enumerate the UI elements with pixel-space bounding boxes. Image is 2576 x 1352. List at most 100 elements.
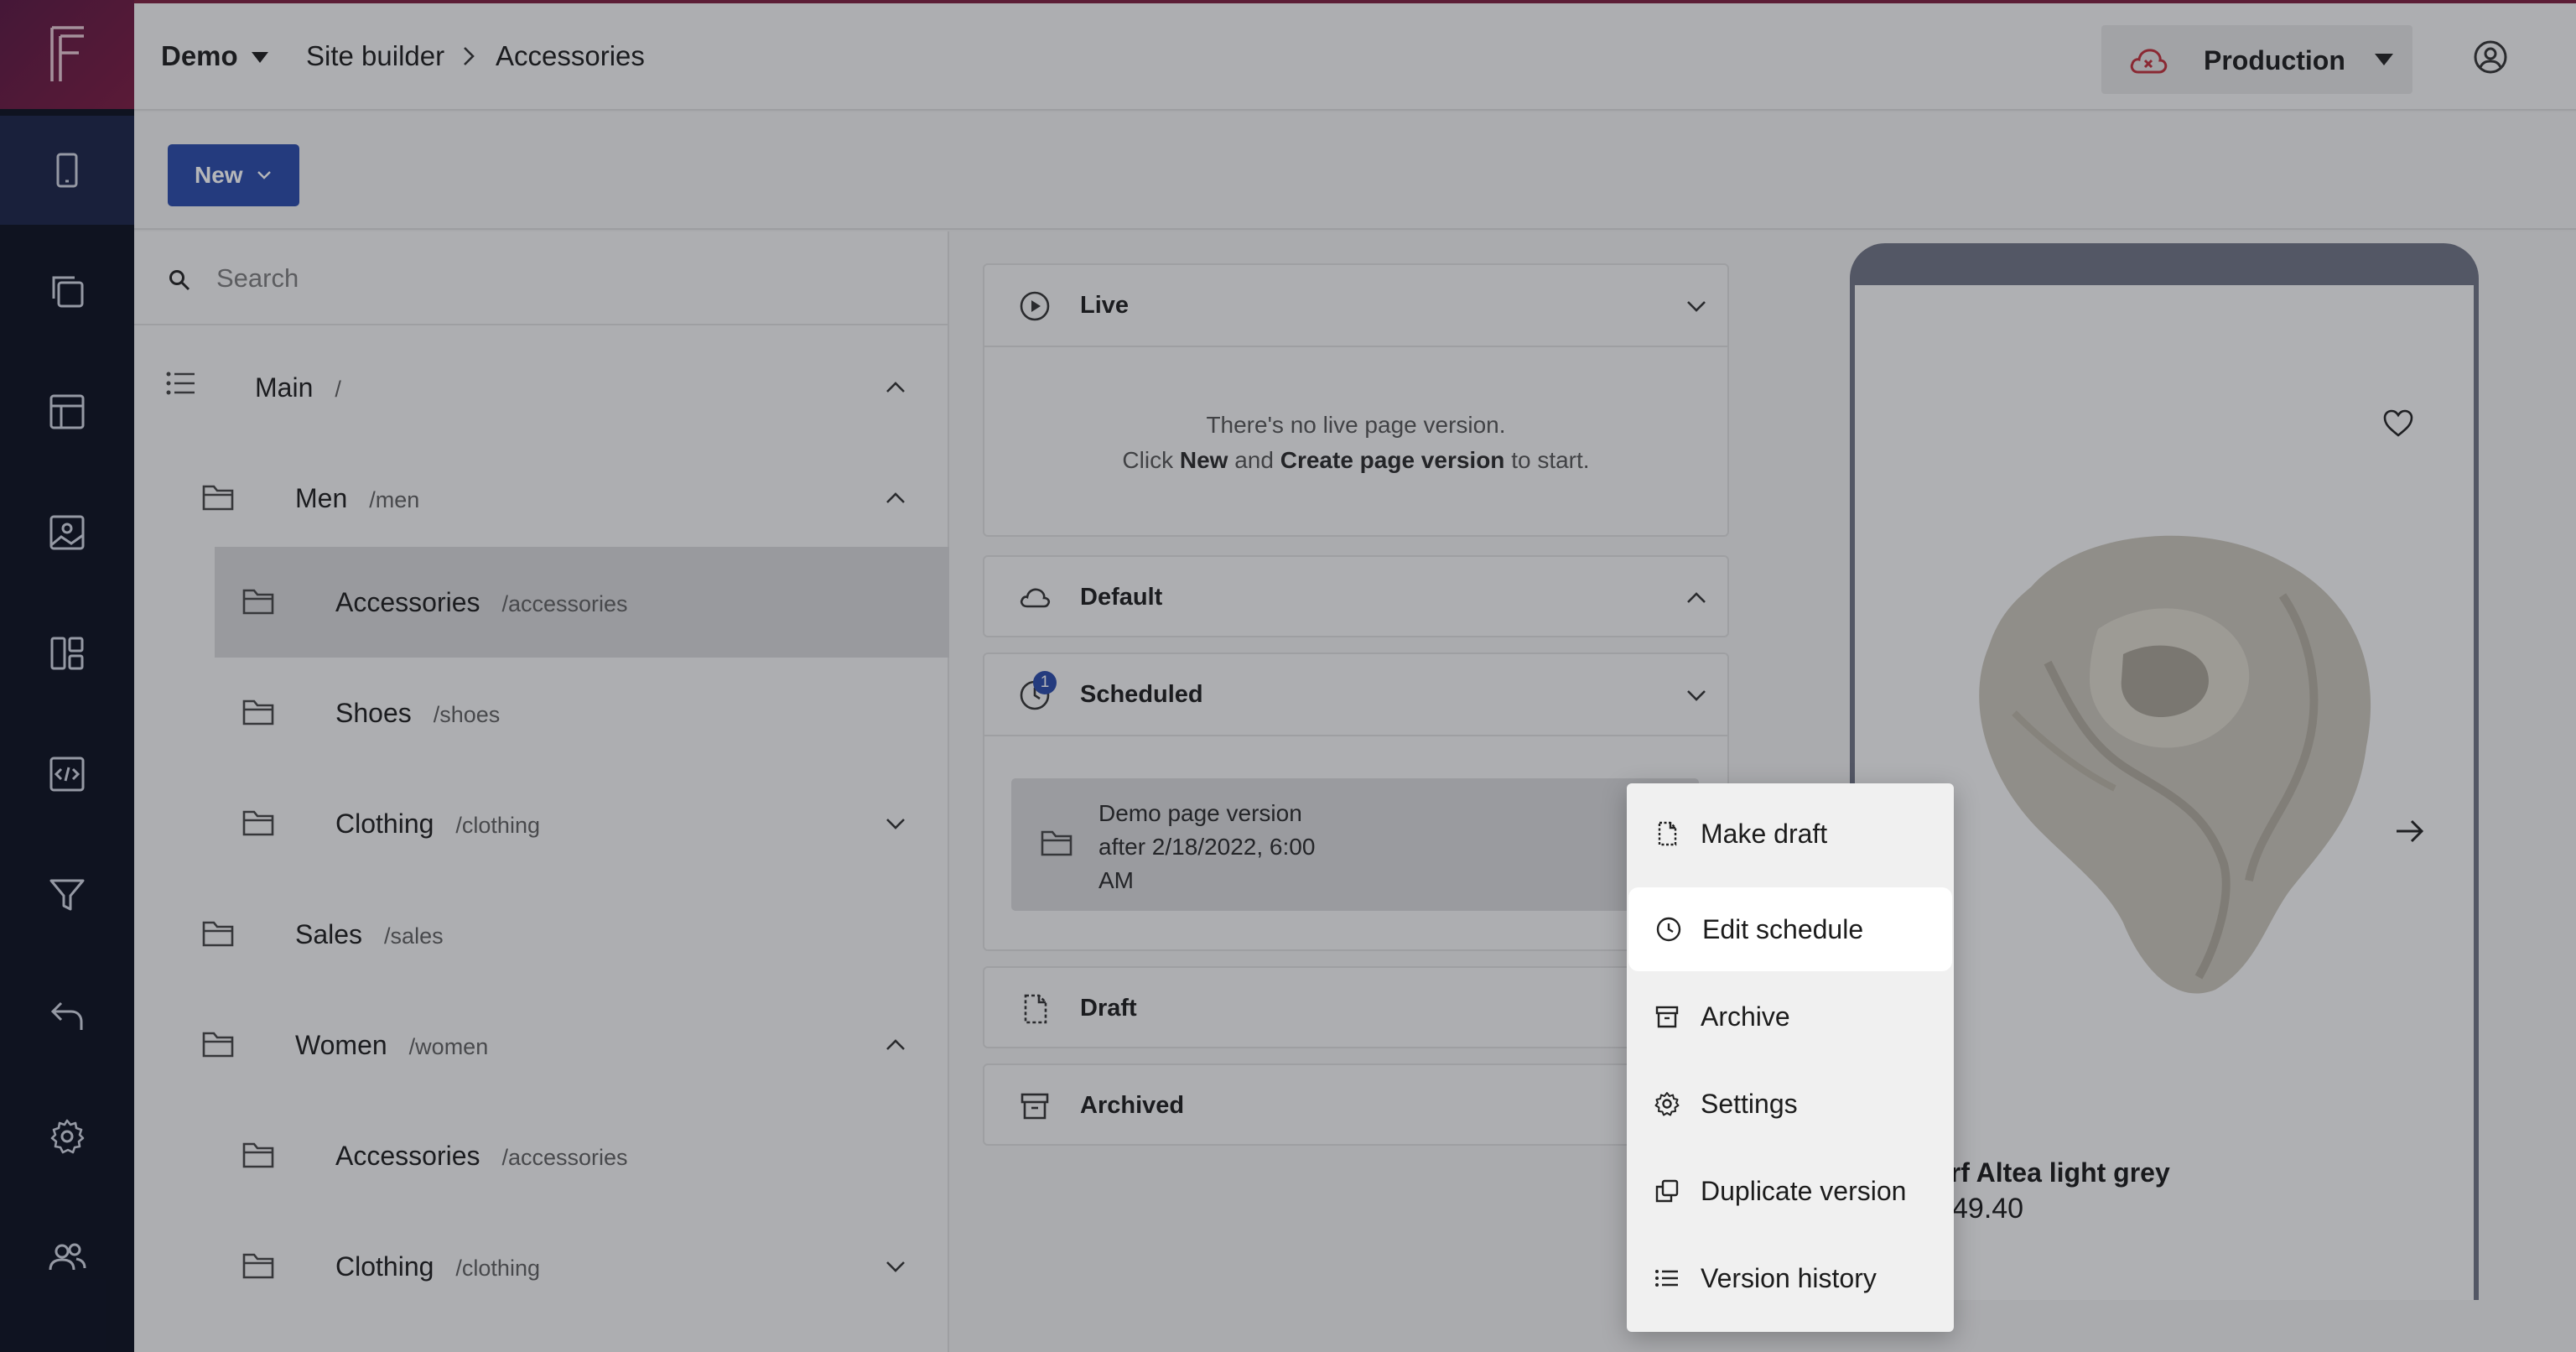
tree-item-label: Accessories	[335, 1141, 480, 1171]
environment-selector[interactable]: Production	[2101, 25, 2412, 94]
tree-item-path: /clothing	[455, 1256, 540, 1281]
list-icon	[1655, 1270, 1678, 1287]
menu-item-label: Version history	[1701, 1263, 1877, 1293]
new-button-label: New	[195, 162, 243, 188]
rail-content[interactable]	[0, 237, 134, 346]
live-section-header[interactable]: Live	[984, 265, 1727, 346]
menu-item-settings[interactable]: Settings	[1627, 1062, 1954, 1146]
version-schedule-cont: AM	[1098, 867, 1134, 893]
empty-line-2: Click New and Create page version to sta…	[984, 443, 1727, 478]
list-icon	[166, 372, 195, 395]
menu-item-make-draft[interactable]: Make draft	[1627, 792, 1954, 876]
tree-item-label: Clothing	[335, 1251, 434, 1282]
tree-item-path: /accessories	[501, 1145, 628, 1170]
rail-filters[interactable]	[0, 840, 134, 949]
draft-icon	[1658, 821, 1677, 846]
menu-item-label: Make draft	[1701, 819, 1828, 849]
dashboard-icon	[50, 637, 84, 670]
project-selector[interactable]: Demo	[161, 40, 238, 72]
cloud-error-icon	[2130, 49, 2168, 74]
chevron-down-icon[interactable]	[884, 1258, 907, 1275]
rail-layout[interactable]	[0, 357, 134, 466]
chevron-down-icon[interactable]	[884, 815, 907, 832]
tree-item-women-accessories[interactable]: Accessories/accessories	[134, 1100, 949, 1211]
user-account-icon[interactable]	[2472, 39, 2509, 75]
archive-icon	[1021, 1093, 1049, 1120]
tree-item-men-clothing[interactable]: Clothing/clothing	[134, 768, 949, 879]
rail-components[interactable]	[0, 599, 134, 708]
search-input[interactable]	[216, 255, 904, 302]
product-price: 49.40	[1952, 1193, 2024, 1225]
menu-item-label: Archive	[1701, 1001, 1790, 1032]
tree-item-main[interactable]: Main /	[134, 332, 949, 443]
menu-item-duplicate-version[interactable]: Duplicate version	[1627, 1149, 1954, 1233]
gear-icon	[50, 1119, 85, 1154]
rail-users[interactable]	[0, 1203, 134, 1312]
menu-item-edit-schedule[interactable]: Edit schedule	[1628, 887, 1952, 971]
search-bar	[134, 231, 949, 325]
default-section-header[interactable]: Default	[984, 557, 1727, 637]
draft-title: Draft	[1080, 995, 1137, 1022]
heart-icon[interactable]	[2381, 408, 2415, 438]
menu-item-label: Duplicate version	[1701, 1176, 1907, 1206]
scheduled-section-header[interactable]: 1 Scheduled	[984, 654, 1727, 735]
empty-line-1: There's no live page version.	[1206, 412, 1506, 438]
rail-settings[interactable]	[0, 1082, 134, 1191]
rail-redirects[interactable]	[0, 961, 134, 1070]
chevron-down-icon[interactable]	[1685, 688, 1707, 703]
mobile-icon	[56, 153, 78, 188]
draft-section-header[interactable]: Draft	[984, 968, 1727, 1048]
undo-icon	[50, 1001, 83, 1030]
search-icon	[169, 270, 190, 291]
tree-item-path: /accessories	[501, 591, 628, 616]
tree-item-men-shoes[interactable]: Shoes/shoes	[134, 658, 949, 768]
product-name: arf Altea light grey	[1935, 1157, 2170, 1188]
tree-item-sales[interactable]: Sales/sales	[134, 879, 949, 990]
live-section: Live There's no live page version. Click…	[983, 263, 1729, 537]
archived-section-header[interactable]: Archived	[984, 1065, 1727, 1146]
tree-item-path: /clothing	[455, 813, 540, 838]
empty-text-bold: New	[1179, 447, 1228, 473]
site-tree-panel: Main / Men/men Accessories/accessories Sh…	[134, 231, 949, 1352]
tree-item-men-accessories[interactable]: Accessories/accessories	[215, 547, 949, 658]
chevron-up-icon[interactable]	[884, 1037, 907, 1053]
copy-stack-icon	[52, 276, 84, 308]
code-icon	[49, 757, 85, 792]
app-logo[interactable]	[0, 0, 134, 109]
rail-assets[interactable]	[0, 478, 134, 587]
version-schedule: after 2/18/2022, 6:00	[1098, 834, 1316, 860]
chevron-up-icon[interactable]	[884, 379, 907, 396]
tree-item-label: Shoes	[335, 698, 412, 728]
chevron-up-icon[interactable]	[884, 490, 907, 507]
chevron-down-icon	[257, 171, 271, 179]
tree-item-men[interactable]: Men/men	[134, 443, 949, 554]
nav-rail	[0, 0, 134, 1352]
environment-label: Production	[2204, 45, 2345, 75]
tree-item-path: /shoes	[433, 702, 501, 727]
arrow-right-icon[interactable]	[2393, 817, 2427, 845]
menu-item-version-history[interactable]: Version history	[1627, 1236, 1954, 1320]
caret-down-icon[interactable]	[252, 52, 268, 63]
archive-icon	[1655, 1006, 1679, 1028]
chevron-up-icon[interactable]	[1685, 590, 1707, 606]
new-button[interactable]: New	[168, 144, 299, 206]
tree-item-label: Clothing	[335, 809, 434, 839]
folder-icon	[242, 589, 274, 615]
rail-pages[interactable]	[0, 116, 134, 225]
top-bar: Demo Site builder Accessories Production	[134, 0, 2576, 111]
tree-item-path: /sales	[384, 923, 444, 949]
breadcrumb-site-builder[interactable]: Site builder	[306, 40, 444, 72]
tree-item-path: /	[335, 377, 341, 402]
chevron-down-icon[interactable]	[1685, 299, 1707, 314]
clock-icon	[1656, 917, 1681, 942]
archived-section: Archived	[983, 1063, 1729, 1146]
tree-item-label: Women	[295, 1030, 387, 1060]
scheduled-version-item[interactable]: Demo page version after 2/18/2022, 6:00 …	[1011, 778, 1699, 911]
menu-item-archive[interactable]: Archive	[1627, 975, 1954, 1058]
rail-code[interactable]	[0, 720, 134, 829]
tree-item-women-clothing[interactable]: Clothing/clothing	[134, 1211, 949, 1322]
tree-item-label: Sales	[295, 919, 363, 949]
scheduled-title: Scheduled	[1080, 681, 1203, 708]
tree-item-women[interactable]: Women/women	[134, 990, 949, 1100]
tree-item-label: Main	[255, 372, 314, 403]
